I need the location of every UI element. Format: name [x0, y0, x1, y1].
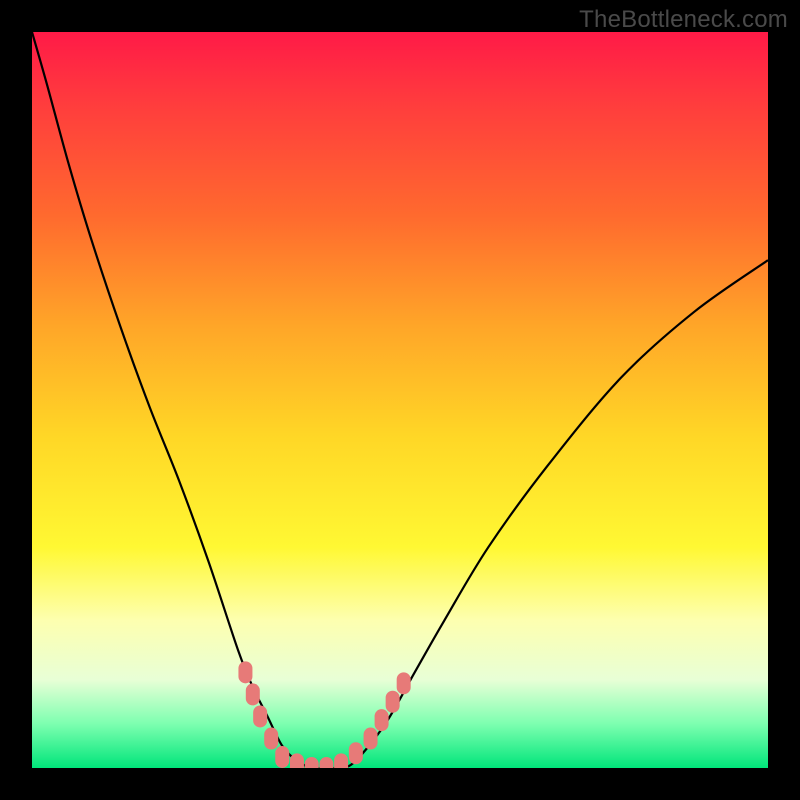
chart-frame: TheBottleneck.com	[0, 0, 800, 800]
marker-group	[238, 661, 410, 768]
curve-marker	[386, 691, 400, 713]
curve-marker	[253, 705, 267, 727]
curve-marker	[364, 728, 378, 750]
curve-marker	[290, 753, 304, 768]
bottleneck-curve-path	[32, 32, 768, 768]
curve-marker	[397, 672, 411, 694]
curve-marker	[305, 757, 319, 768]
curve-layer	[32, 32, 768, 768]
curve-marker	[238, 661, 252, 683]
watermark-text: TheBottleneck.com	[579, 6, 788, 34]
curve-marker	[349, 742, 363, 764]
curve-marker	[275, 746, 289, 768]
plot-area	[32, 32, 768, 768]
curve-marker	[334, 753, 348, 768]
curve-marker	[246, 683, 260, 705]
curve-marker	[264, 728, 278, 750]
curve-marker	[319, 757, 333, 768]
curve-marker	[375, 709, 389, 731]
